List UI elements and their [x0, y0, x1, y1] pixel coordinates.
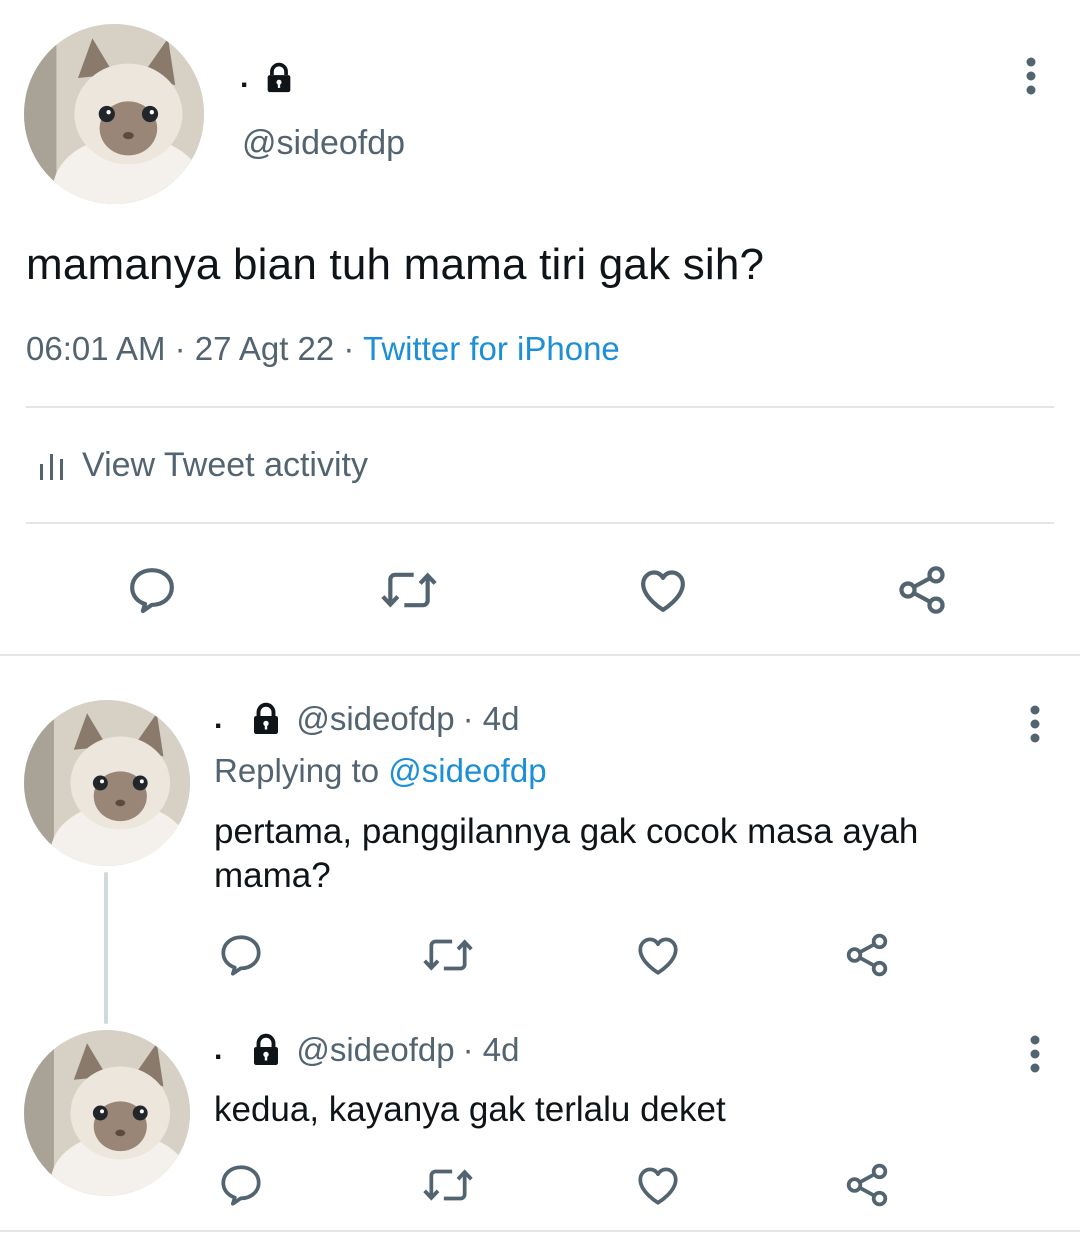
reply-handle: @sideofdp [296, 1031, 455, 1068]
share-icon [899, 566, 945, 614]
cat-avatar-icon [24, 700, 190, 866]
like-button[interactable] [634, 562, 692, 618]
more-vertical-icon[interactable] [1016, 56, 1046, 96]
more-vertical-icon[interactable] [1020, 1034, 1050, 1074]
reply-age: · 4d [462, 1031, 520, 1068]
cat-avatar-icon [24, 1030, 190, 1196]
author-handle[interactable]: @sideofdp [242, 124, 405, 163]
retweet-button[interactable] [378, 562, 440, 618]
author-avatar[interactable] [24, 24, 204, 204]
replying-to-line: Replying to @sideofdp [214, 752, 547, 790]
reply-age: · 4d [462, 700, 520, 737]
more-vertical-icon[interactable] [1020, 704, 1050, 744]
meta-separator: · [174, 330, 186, 367]
reply-text: pertama, panggilannya gak cocok masa aya… [214, 812, 919, 895]
retweet-icon [423, 1169, 473, 1201]
cat-avatar-icon [24, 24, 204, 204]
lock-icon [262, 61, 296, 95]
author-display-name: . [240, 61, 249, 94]
section-divider [0, 1230, 1080, 1232]
comment-icon [221, 935, 261, 976]
heart-icon [638, 937, 678, 975]
author-name-row[interactable]: . [240, 56, 296, 100]
divider [26, 522, 1054, 524]
reply-header[interactable]: . @sideofdp · 4d [214, 1031, 519, 1069]
reply-display-name: . [214, 702, 223, 735]
heart-icon [638, 1167, 678, 1205]
lock-icon [248, 701, 284, 737]
share-icon [846, 933, 888, 977]
tweet-meta: 06:01 AM · 27 Agt 22 · Twitter for iPhon… [26, 330, 620, 368]
replying-to-label: Replying to [214, 752, 380, 789]
heart-icon [641, 570, 685, 612]
thread-connector-line [104, 872, 108, 1024]
lock-icon [248, 1032, 284, 1068]
reply-text: kedua, kayanya gak terlalu deket [214, 1090, 726, 1129]
meta-separator: · [343, 330, 355, 367]
tweet-detail-screen: . @sideofdp mamanya bian tuh mama tiri g… [0, 0, 1080, 1234]
comment-icon [221, 1165, 261, 1206]
tweet-text: mamanya bian tuh mama tiri gak sih? [26, 240, 765, 289]
retweet-button[interactable] [420, 930, 476, 980]
tweet-time: 06:01 AM [26, 330, 166, 367]
like-button[interactable] [632, 930, 684, 980]
share-button[interactable] [894, 562, 950, 618]
comment-icon [130, 568, 174, 614]
share-icon [846, 1163, 888, 1207]
tweet-source-link[interactable]: Twitter for iPhone [363, 330, 620, 367]
share-button[interactable] [842, 1160, 892, 1210]
reply-display-name: . [214, 1033, 223, 1066]
view-tweet-activity-label: View Tweet activity [82, 446, 368, 484]
section-divider [0, 654, 1080, 656]
reply-header[interactable]: . @sideofdp · 4d [214, 700, 519, 738]
replying-to-link[interactable]: @sideofdp [388, 752, 546, 789]
reply-button[interactable] [124, 562, 180, 618]
retweet-button[interactable] [420, 1160, 476, 1210]
reply-handle: @sideofdp [296, 700, 455, 737]
share-button[interactable] [842, 930, 892, 980]
reply-button[interactable] [216, 1160, 266, 1210]
retweet-icon [381, 572, 437, 608]
like-button[interactable] [632, 1160, 684, 1210]
bar-chart-icon [38, 450, 66, 482]
view-tweet-activity-button[interactable]: View Tweet activity [38, 446, 368, 485]
reply-avatar[interactable] [24, 1030, 190, 1196]
reply-avatar[interactable] [24, 700, 190, 866]
tweet-date: 27 Agt 22 [194, 330, 335, 367]
divider [26, 406, 1054, 408]
retweet-icon [423, 939, 473, 971]
reply-button[interactable] [216, 930, 266, 980]
